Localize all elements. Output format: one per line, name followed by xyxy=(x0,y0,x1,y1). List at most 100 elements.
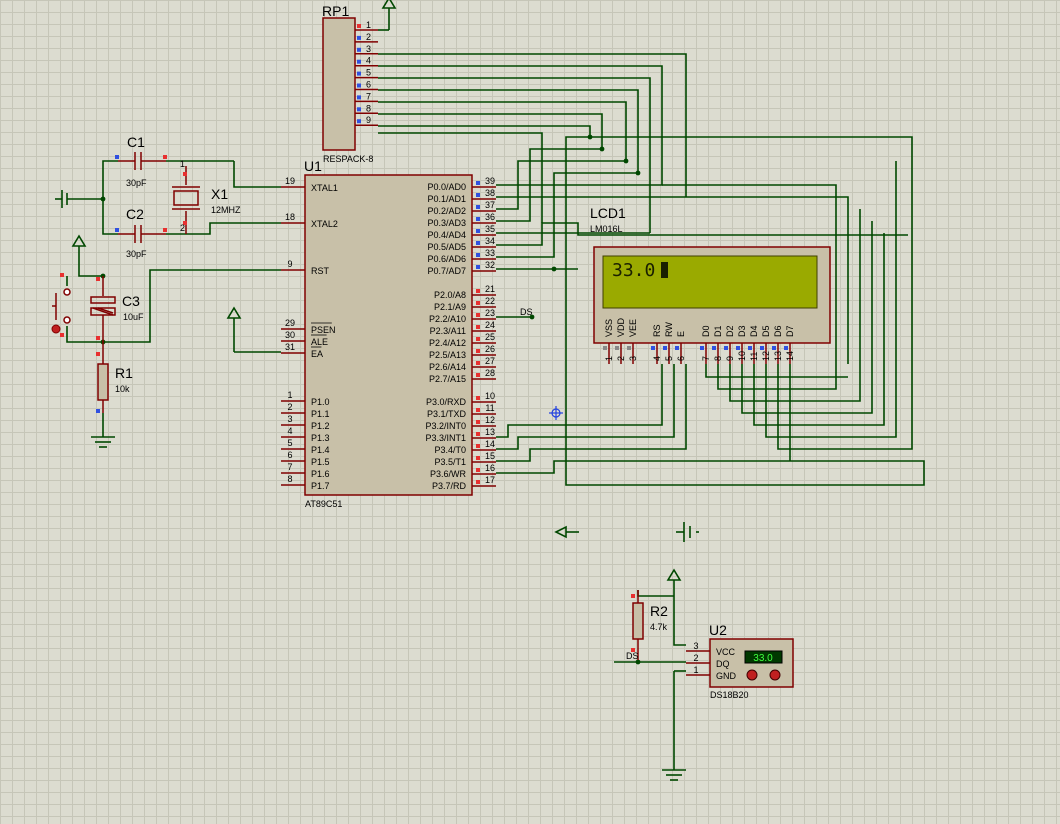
lcd-pin-number: 4 xyxy=(652,356,662,361)
u1-pin-marker xyxy=(476,349,480,353)
rp1-pin-marker xyxy=(357,71,361,76)
c3-value: 10uF xyxy=(123,312,144,322)
battery-icon[interactable] xyxy=(676,522,699,542)
u2-pin-name: VCC xyxy=(716,647,736,657)
u1-pin-name: XTAL2 xyxy=(311,219,338,229)
lcd-pin-marker xyxy=(748,346,752,350)
lcd-pin-marker xyxy=(627,346,631,350)
wire xyxy=(637,590,674,597)
wire xyxy=(233,161,281,188)
ground-icon xyxy=(662,671,686,781)
svg-text:1: 1 xyxy=(180,159,185,169)
rp1-pin-marker xyxy=(357,24,361,28)
u1-pin-number: 14 xyxy=(485,439,495,449)
u1-pin-marker xyxy=(476,444,480,448)
u1-pin-name: P2.0/A8 xyxy=(434,290,466,300)
u2-decrease-button[interactable] xyxy=(746,669,758,681)
wire xyxy=(496,364,687,462)
rp1-pin-number: 5 xyxy=(366,68,371,78)
rp1-pin-marker xyxy=(357,47,361,52)
u1-pin-number: 28 xyxy=(485,368,495,378)
u1-pin-marker xyxy=(476,361,480,365)
u1-pin-marker xyxy=(476,181,480,185)
lcd-pin-marker xyxy=(760,346,764,350)
rp1-ref: RP1 xyxy=(322,3,349,19)
wire xyxy=(378,125,591,137)
lcd-pin-number: 11 xyxy=(749,352,759,361)
u2-pin-number: 3 xyxy=(693,641,698,651)
u1-pin-name: P0.1/AD1 xyxy=(427,194,466,204)
lcd-pin-name: D4 xyxy=(749,325,759,337)
lcd-pin-number: 7 xyxy=(701,356,711,361)
r2-resistor[interactable]: R2 4.7k xyxy=(631,590,668,660)
u1-pin-number: 26 xyxy=(485,344,495,354)
c1-capacitor[interactable]: C1 30pF xyxy=(115,134,167,188)
x1-ref: X1 xyxy=(211,186,228,202)
u1-pin-number: 30 xyxy=(285,330,295,340)
rp1-respack[interactable]: RP1 RESPACK-8 1 2 3 4 5 67 8 9 xyxy=(322,3,378,164)
lcd-pin-marker xyxy=(784,346,788,350)
u1-pin-marker xyxy=(476,432,480,436)
u1-pin-name: P0.4/AD4 xyxy=(427,230,466,240)
r1-resistor[interactable]: R1 10k xyxy=(96,342,133,413)
wire-junction xyxy=(623,158,629,164)
u2-ds18b20[interactable]: U2 DS18B20 3 VCC 2 DQ 1 GND 33.0 xyxy=(686,622,794,700)
u1-pin-number: 15 xyxy=(485,451,495,461)
u1-pin-marker xyxy=(476,193,480,197)
c3-ref: C3 xyxy=(122,293,140,309)
u1-pin-number: 9 xyxy=(287,259,292,269)
lcd-pin-marker xyxy=(663,346,667,350)
c3-capacitor[interactable]: C3 10uF xyxy=(90,276,144,342)
rp1-pin-number: 3 xyxy=(366,44,371,54)
lcd-pin-number: 3 xyxy=(628,356,638,361)
u1-pin-number: 36 xyxy=(485,212,495,222)
c1-ref: C1 xyxy=(127,134,145,150)
lcd-pin-name: D6 xyxy=(773,325,783,337)
u1-pin-number: 25 xyxy=(485,332,495,342)
lcd1-display[interactable]: 33.0 LCD1 LM016L VSS 1 VDD 2 VEE 3 RS 4 RW 5 E 6 D0 7… xyxy=(590,205,831,364)
rp1-pin-number: 1 xyxy=(366,20,371,30)
c1-value: 30pF xyxy=(126,178,147,188)
u1-at89c51[interactable]: U1 AT89C51 19XTAL118XTAL29RST29PSEN30ALE… xyxy=(281,158,496,509)
u1-pin-name: P0.6/AD6 xyxy=(427,254,466,264)
lcd-pin-marker xyxy=(651,346,655,350)
u1-pin-number: 31 xyxy=(285,342,295,352)
u1-pin-name: P1.1 xyxy=(311,409,330,419)
c2-capacitor[interactable]: C2 30pF xyxy=(115,206,167,259)
net-label-ds: DS xyxy=(520,307,533,317)
lcd-pin-marker xyxy=(603,346,607,350)
lcd-pin-number: 10 xyxy=(737,351,747,361)
u1-pin-name: EA xyxy=(311,349,323,359)
u1-pin-number: 21 xyxy=(485,284,495,294)
lcd-pin-name: D7 xyxy=(785,325,795,337)
lcd-pin-number: 6 xyxy=(676,356,686,361)
schematic-canvas[interactable]: RP1 RESPACK-8 123456789 U1 AT89C51 19XTA… xyxy=(0,0,1060,824)
rp1-pin-number: 2 xyxy=(366,32,371,42)
lcd-pin-name: E xyxy=(676,331,686,337)
u1-pin-marker xyxy=(476,217,480,221)
rp1-pin-number: 9 xyxy=(366,115,371,125)
power-arrow-icon xyxy=(226,306,242,352)
u1-pin-name: P3.3/INT1 xyxy=(425,433,466,443)
u2-increase-button[interactable] xyxy=(769,669,781,681)
u1-pin-number: 3 xyxy=(287,414,292,424)
u1-pin-number: 22 xyxy=(485,296,495,306)
u1-pin-name: P2.7/A15 xyxy=(429,374,466,384)
wire xyxy=(705,364,848,378)
wire-junction xyxy=(587,134,593,140)
u1-pin-name: P2.3/A11 xyxy=(430,326,466,336)
u1-pin-name: PSEN xyxy=(311,325,336,335)
probe-arrow-icon[interactable] xyxy=(554,525,579,539)
wire xyxy=(496,364,675,450)
svg-text:2: 2 xyxy=(180,223,185,233)
u1-value: AT89C51 xyxy=(305,499,342,509)
u1-pin-name: P0.7/AD7 xyxy=(427,266,466,276)
u1-pin-number: 32 xyxy=(485,260,495,270)
u1-pin-name: P3.6/WR xyxy=(430,469,467,479)
lcd1-ref: LCD1 xyxy=(590,205,626,221)
lcd-pin-name: VSS xyxy=(604,319,614,337)
u1-pin-marker xyxy=(476,456,480,460)
lcd-pin-number: 8 xyxy=(713,356,723,361)
u1-pin-number: 23 xyxy=(485,308,495,318)
u1-pin-marker xyxy=(476,313,480,317)
